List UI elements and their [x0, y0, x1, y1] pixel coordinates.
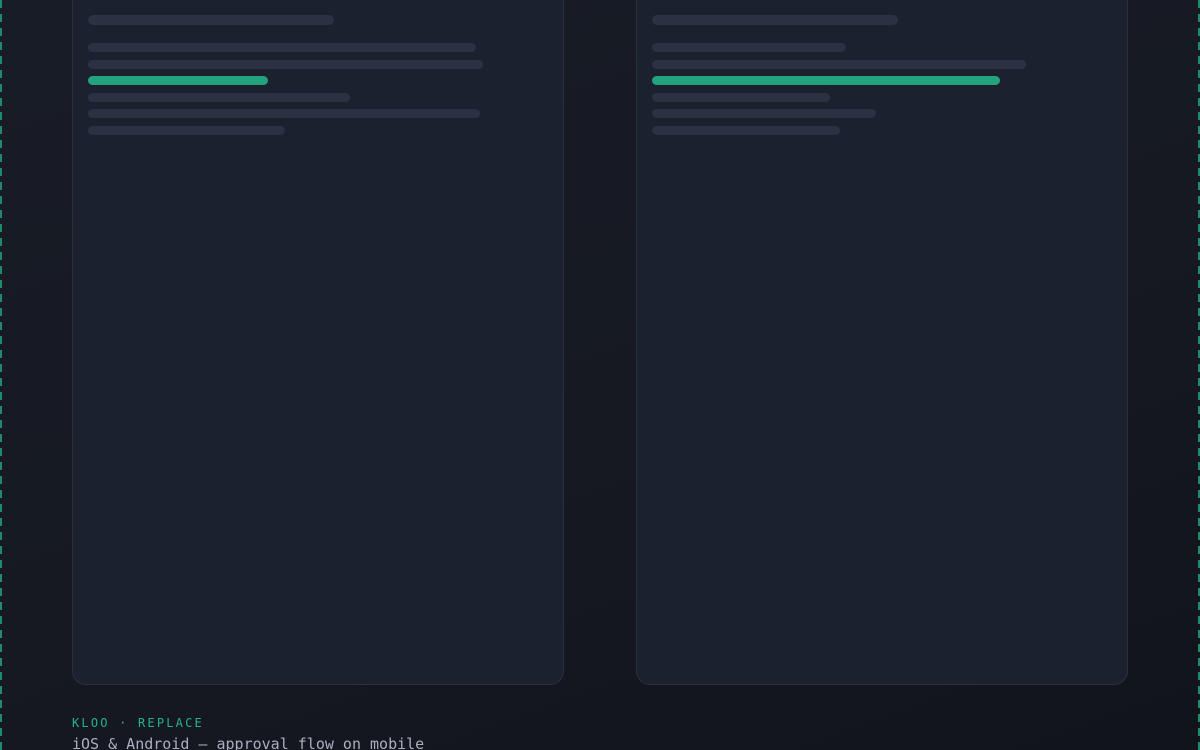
skeleton-line: [88, 60, 483, 69]
skeleton-title: [88, 15, 334, 25]
skeleton-line: [88, 93, 350, 102]
caption-eyebrow: KLOO · REPLACE: [72, 716, 204, 730]
skeleton-line: [88, 109, 480, 118]
skeleton-line: [88, 126, 285, 135]
skeleton-line: [652, 93, 830, 102]
skeleton-line: [652, 43, 846, 52]
left-edge-dashes: [0, 0, 2, 750]
skeleton-line: [652, 109, 876, 118]
right-screen-panel: [636, 0, 1128, 685]
highlighted-skeleton-line: [88, 76, 268, 85]
skeleton-line: [652, 126, 840, 135]
caption-title: iOS & Android — approval flow on mobile: [72, 735, 425, 750]
caption-block: KLOO · REPLACE iOS & Android — approval …: [72, 716, 424, 750]
highlighted-skeleton-line: [652, 76, 1000, 85]
skeleton-title: [652, 15, 898, 25]
left-screen-panel: [72, 0, 564, 685]
skeleton-line: [88, 43, 476, 52]
skeleton-line: [652, 60, 1026, 69]
